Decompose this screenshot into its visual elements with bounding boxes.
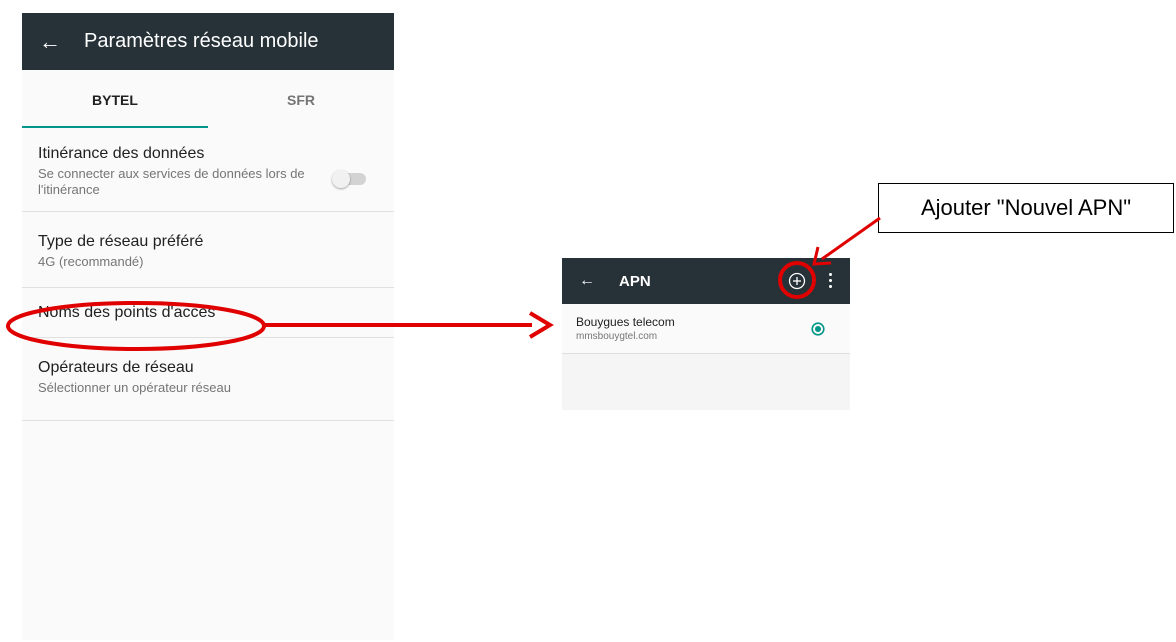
app-bar: ← Paramètres réseau mobile: [22, 13, 394, 70]
more-options-icon[interactable]: [827, 271, 833, 291]
setting-network-operators[interactable]: Opérateurs de réseau Sélectionner un opé…: [22, 338, 394, 421]
setting-summary: 4G (recommandé): [38, 254, 144, 269]
sim-tabs: BYTEL SFR: [22, 70, 394, 130]
setting-preferred-network-type[interactable]: Type de réseau préféré 4G (recommandé): [22, 212, 394, 288]
arrow-shaft-to-add-icon: [821, 216, 881, 261]
roaming-toggle[interactable]: [332, 170, 368, 188]
app-bar: ← APN: [562, 258, 850, 304]
apn-name: Bouygues telecom: [576, 315, 675, 329]
apn-radio-selected-icon[interactable]: [811, 322, 825, 336]
setting-access-point-names[interactable]: Noms des points d'accès: [22, 288, 394, 338]
setting-title: Type de réseau préféré: [38, 233, 204, 250]
tab-bytel[interactable]: BYTEL: [22, 70, 208, 130]
toggle-thumb: [332, 170, 350, 188]
back-arrow-icon[interactable]: ←: [39, 30, 61, 53]
arrow-head-to-apn-screen: [528, 311, 554, 339]
apn-screen: ← APN Bouygues telecom mmsbouygtel.com: [562, 258, 850, 410]
setting-summary: Se connecter aux services de données lor…: [38, 166, 305, 197]
setting-title: Opérateurs de réseau: [38, 359, 194, 376]
page-title: Paramètres réseau mobile: [84, 30, 319, 52]
callout-text: Ajouter "Nouvel APN": [920, 195, 1132, 220]
tab-sfr[interactable]: SFR: [208, 70, 394, 130]
add-apn-icon[interactable]: [788, 272, 806, 290]
callout-add-new-apn: Ajouter "Nouvel APN": [878, 183, 1174, 233]
page-title: APN: [619, 272, 651, 290]
apn-address: mmsbouygtel.com: [576, 331, 658, 342]
apn-list-item[interactable]: Bouygues telecom mmsbouygtel.com: [562, 304, 850, 354]
setting-title: Itinérance des données: [38, 145, 205, 162]
mobile-network-settings-screen: ← Paramètres réseau mobile BYTEL SFR Iti…: [22, 13, 394, 640]
setting-title: Noms des points d'accès: [38, 303, 216, 321]
setting-data-roaming[interactable]: Itinérance des données Se connecter aux …: [22, 130, 394, 212]
tab-indicator: [22, 126, 208, 128]
setting-summary: Sélectionner un opérateur réseau: [38, 380, 231, 395]
back-arrow-icon[interactable]: ←: [579, 272, 595, 290]
